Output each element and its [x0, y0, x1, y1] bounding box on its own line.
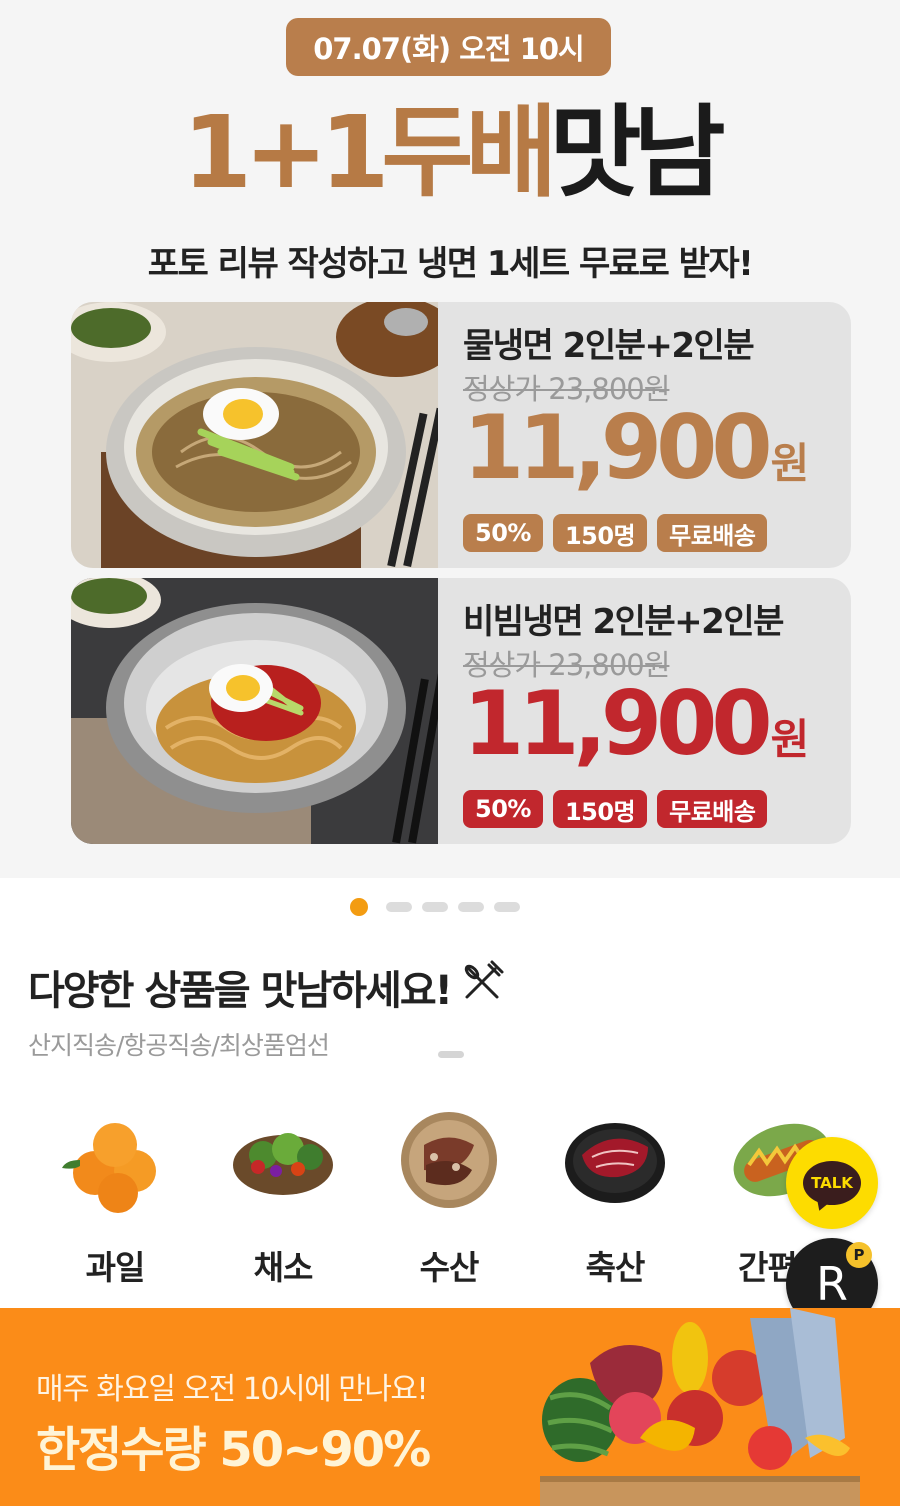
event-banner[interactable]: 07.07(화) 오전 10시 1+1두배맛남 포토 리뷰 작성하고 냉면 1세… [0, 0, 900, 878]
badge-row: 50% 150명 무료배송 [463, 790, 768, 828]
category-label: 과일 [85, 1248, 146, 1287]
category-label: 수산 [419, 1248, 480, 1287]
headline-black-text: 맛남 [549, 94, 725, 211]
product-name: 비빔냉면 2인분+2인분 [463, 602, 784, 642]
produce-box-icon [540, 1308, 860, 1506]
carousel-dot-2[interactable] [386, 902, 412, 912]
talk-label: TALK [811, 1174, 853, 1192]
sale-price: 11,900원 [463, 680, 809, 768]
category-vegetable[interactable]: 채소 [203, 1105, 363, 1289]
kakao-talk-button[interactable]: TALK [786, 1137, 878, 1229]
vegetable-basket-icon [233, 1133, 333, 1195]
sale-price-number: 11,900 [463, 672, 773, 775]
point-badge: P [846, 1242, 872, 1268]
mul-naengmyeon-photo [71, 302, 438, 568]
carousel-dot-3[interactable] [422, 902, 448, 912]
product-name: 물냉면 2인분+2인분 [463, 326, 755, 366]
section-title: 다양한 상품을 맛남하세요! [28, 958, 505, 1016]
free-shipping-badge: 무료배송 [657, 514, 768, 552]
headline-brown-text: 1+1두배 [182, 94, 558, 211]
weekly-promo-banner[interactable]: 매주 화요일 오전 10시에 만나요! 한정수량 50~90% [0, 1308, 900, 1506]
banner-subline: 포토 리뷰 작성하고 냉면 1세트 무료로 받자! [147, 244, 754, 284]
product-card-bibim-naengmyeon[interactable]: 비빔냉면 2인분+2인분 정상가 23,800원 11,900원 50% 150… [71, 578, 851, 844]
free-shipping-badge: 무료배송 [657, 790, 768, 828]
tangerine-icon [62, 1123, 156, 1213]
bibim-naengmyeon-photo [71, 578, 438, 844]
carousel-dot-5[interactable] [494, 902, 520, 912]
currency-unit: 원 [770, 439, 810, 488]
promo-schedule-text: 매주 화요일 오전 10시에 만나요! [36, 1372, 429, 1407]
currency-unit: 원 [770, 715, 810, 764]
product-info: 물냉면 2인분+2인분 정상가 23,800원 11,900원 50% 150명… [463, 302, 851, 568]
product-card-mul-naengmyeon[interactable]: 물냉면 2인분+2인분 정상가 23,800원 11,900원 50% 150명… [71, 302, 851, 568]
fork-knife-icon [459, 959, 505, 1015]
discount-badge: 50% [463, 790, 543, 828]
carousel-dot-1[interactable] [350, 898, 368, 916]
category-label: 축산 [585, 1248, 646, 1287]
category-fruit[interactable]: 과일 [35, 1105, 195, 1289]
category-seafood[interactable]: 수산 [369, 1105, 529, 1289]
carousel-dot-4[interactable] [458, 902, 484, 912]
badge-row: 50% 150명 무료배송 [463, 514, 768, 552]
talk-bubble-icon: TALK [803, 1161, 861, 1205]
event-date-pill: 07.07(화) 오전 10시 [286, 18, 611, 76]
promo-discount-text: 한정수량 50~90% [36, 1422, 431, 1478]
carousel-indicator [350, 898, 520, 916]
product-info: 비빔냉면 2인분+2인분 정상가 23,800원 11,900원 50% 150… [463, 578, 851, 844]
category-scroll-indicator [438, 1051, 464, 1058]
beef-plate-icon [565, 1123, 665, 1203]
sale-price: 11,900원 [463, 404, 809, 492]
quantity-badge: 150명 [552, 514, 648, 552]
section-subtitle: 산지직송/항공직송/최상품엄선 [28, 1031, 330, 1060]
banner-headline: 1+1두배맛남 [0, 98, 900, 208]
section-title-text: 다양한 상품을 맛남하세요! [28, 968, 453, 1014]
category-meat[interactable]: 축산 [535, 1105, 695, 1289]
category-list: 과일 채소 수산 축산 간편식 [0, 1105, 900, 1295]
category-label: 채소 [253, 1248, 314, 1287]
discount-badge: 50% [463, 514, 543, 552]
sale-price-number: 11,900 [463, 396, 773, 499]
r-label: R [816, 1257, 848, 1311]
page: 07.07(화) 오전 10시 1+1두배맛남 포토 리뷰 작성하고 냉면 1세… [0, 0, 900, 1506]
quantity-badge: 150명 [552, 790, 648, 828]
seafood-plate-icon [401, 1112, 497, 1208]
